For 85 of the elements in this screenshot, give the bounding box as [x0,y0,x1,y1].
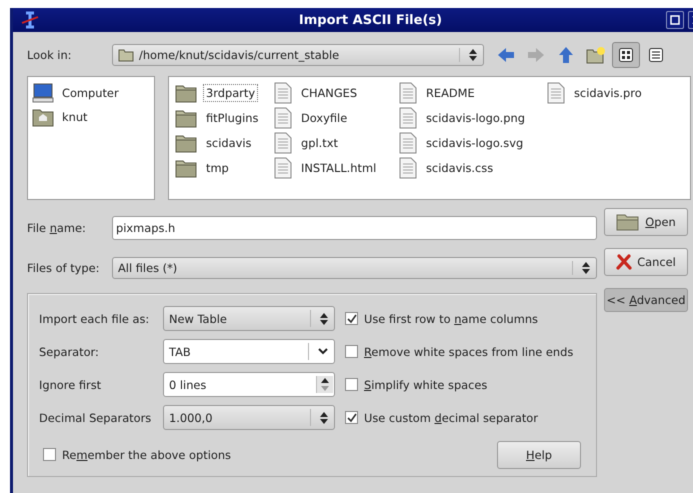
computer-icon [32,83,54,103]
maximize-icon [670,15,680,25]
option-dropdown[interactable]: 1.000,0 [163,405,335,430]
file-item[interactable]: scidavis.pro [571,84,645,102]
file-item[interactable]: README [423,84,478,102]
checkbox-label: Simplify white spaces [364,378,488,392]
folder-icon [118,48,134,62]
place-item[interactable]: knut [62,110,88,124]
look-in-label: Look in: [27,48,73,62]
open-button[interactable]: Open [604,208,688,236]
option-value: TAB [169,344,192,358]
option-label: Ignore first [39,378,102,392]
checkbox[interactable] [43,448,56,461]
folder-icon [175,158,197,178]
window-title: Import ASCII File(s) [298,12,444,28]
file-item[interactable]: scidavis-logo.png [423,108,528,126]
look-in-dropdown[interactable]: /home/knut/scidavis/current_stable [112,44,484,66]
file-item[interactable]: scidavis.css [423,158,496,176]
down-arrow-icon [321,386,329,391]
option-value: 1.000,0 [169,410,214,424]
checkbox[interactable] [345,378,358,391]
option-label: Import each file as: [39,312,150,326]
document-icon [274,82,292,104]
folder-icon [175,82,197,102]
up-down-arrows-icon [320,312,328,324]
file-item[interactable]: gpl.txt [298,134,341,152]
option-label: Separator: [39,344,100,358]
file-item[interactable]: scidavis-logo.svg [423,134,526,152]
right-arrow-icon [527,47,545,63]
checkbox[interactable] [345,312,358,325]
maximize-button[interactable] [666,11,684,29]
checkbox-label: Remember the above options [62,448,231,462]
file-item[interactable]: tmp [203,158,232,176]
help-button[interactable]: Help [497,440,581,468]
advanced-button[interactable]: << Advanced [604,288,688,312]
file-item[interactable]: INSTALL.html [298,158,380,176]
up-down-arrows-icon [469,49,477,61]
chevron-down-icon [318,348,328,355]
folder-icon [175,108,197,128]
folder-icon [175,132,197,152]
file-item[interactable]: fitPlugins [203,108,262,126]
separator-combo-field[interactable]: TAB [163,339,335,364]
place-item[interactable]: Computer [62,86,119,100]
option-value: 0 lines [169,378,208,392]
document-icon [274,132,292,154]
file-item[interactable]: Doxyfile [298,108,350,126]
file-item[interactable]: 3rdparty [203,84,258,102]
checkbox-label: Remove white spaces from line ends [364,344,574,358]
up-arrow-icon [321,378,329,383]
up-down-arrows-icon [320,412,328,424]
file-type-text: All files (*) [118,261,178,275]
checkbox[interactable] [345,411,358,424]
document-icon [547,82,565,104]
file-name-field[interactable]: pixmaps.h [112,216,597,240]
grid-icon [619,48,633,62]
option-value: New Table [169,312,228,326]
folder-icon [616,213,640,231]
up-arrow-icon [558,46,574,64]
files-of-type-label: Files of type: [27,261,100,275]
checkbox-label: Use custom decimal separator [364,410,538,424]
checkbox[interactable] [345,345,358,358]
new-folder-icon [586,46,606,64]
left-arrow-icon [497,47,515,63]
document-icon [399,132,417,154]
up-down-arrows-icon [582,262,590,274]
document-icon [399,156,417,178]
path-text: /home/knut/scidavis/current_stable [139,48,340,62]
cross-icon [616,254,632,270]
file-item[interactable]: scidavis [203,134,254,152]
document-icon [399,82,417,104]
checkbox-label: Use first row to name columns [364,312,538,326]
file-name-label: File name: [27,221,87,235]
file-item[interactable]: CHANGES [298,84,360,102]
home-folder-icon [32,107,54,127]
option-label: Decimal Separators [39,410,152,424]
cancel-button[interactable]: Cancel [604,248,688,276]
icon-view-button[interactable] [612,42,640,68]
app-icon [21,11,39,29]
file-type-dropdown[interactable]: All files (*) [112,257,597,279]
option-dropdown[interactable]: New Table [163,306,335,331]
document-icon [399,106,417,128]
list-icon [649,48,663,62]
ignore-lines-spinbox[interactable]: 0 lines [163,372,335,397]
document-icon [274,106,292,128]
document-icon [274,156,292,178]
